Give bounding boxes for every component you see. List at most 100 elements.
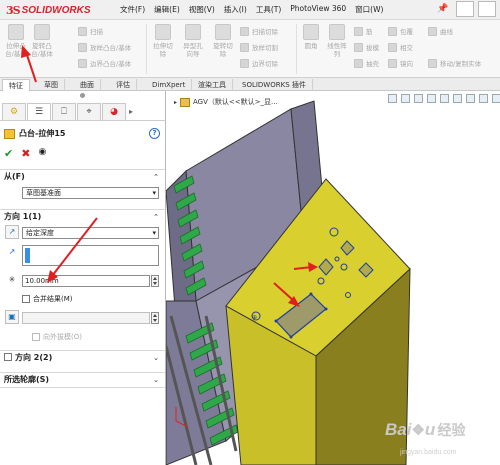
apply-scene-icon[interactable] [492, 94, 500, 103]
extrude-feature-icon [4, 128, 15, 139]
hole-wizard-icon [185, 24, 201, 40]
sweep-button[interactable]: 扫描 [78, 26, 103, 36]
linear-pattern-button[interactable]: 线性阵 列 [324, 24, 350, 58]
menu-tools[interactable]: 工具(T) [256, 4, 281, 15]
boundary-cut-icon [240, 58, 249, 68]
wrap-button[interactable]: 包覆 [388, 26, 413, 36]
ribbon-divider [296, 24, 297, 74]
hide-show-icon[interactable] [466, 94, 475, 103]
sweep-cut-icon [240, 26, 249, 36]
tab-render-tools[interactable]: 渲染工具 [192, 79, 233, 91]
draft-angle-spinner[interactable] [151, 312, 159, 324]
menu-window[interactable]: 窗口(W) [355, 4, 383, 15]
shell-button[interactable]: 抽壳 [354, 58, 379, 68]
direction2-header[interactable]: 方向 2(2) ⌄ [0, 350, 165, 364]
extrude-cut-button[interactable]: 拉伸切 除 [150, 24, 176, 58]
title-bar: 3S SOLIDWORKS 文件(F) 编辑(E) 视图(V) 插入(I) 工具… [0, 0, 500, 20]
mirror-button[interactable]: 镜向 [388, 58, 413, 68]
tab-dimxpert[interactable]: DimXpert [146, 79, 193, 91]
selected-contours-header[interactable]: 所选轮廓(S) ⌄ [0, 372, 165, 386]
tab-features[interactable]: 特征 [2, 79, 30, 91]
preview-eye-icon[interactable]: ◉ [38, 147, 46, 160]
ribbon-divider [146, 24, 147, 74]
move-copy-icon [428, 58, 437, 68]
curves-button[interactable]: 曲线 [428, 26, 453, 36]
draft-on-off-icon[interactable]: ▣ [5, 310, 19, 324]
tab-evaluate[interactable]: 评估 [110, 79, 137, 91]
configuration-manager-tab[interactable]: ⎕ [52, 103, 76, 120]
more-tabs-icon[interactable]: ▸ [129, 107, 133, 116]
revolve-boss-button[interactable]: 旋转凸 台/基体 [30, 24, 54, 58]
sweep-icon [78, 26, 87, 36]
draft-button[interactable]: 拔模 [354, 42, 379, 52]
boundary-boss-button[interactable]: 边界凸台/基体 [78, 58, 131, 68]
direction-of-extrusion-selection[interactable] [22, 245, 159, 266]
rib-button[interactable]: 筋 [354, 26, 373, 36]
solidworks-logo[interactable]: 3S SOLIDWORKS [6, 3, 91, 17]
graphics-area[interactable]: ▸ AGV（默认<<默认>_显... ⊕ [166, 91, 500, 465]
from-select[interactable]: 草图基准面 ▾ [22, 187, 159, 199]
section-view-icon[interactable] [427, 94, 436, 103]
end-condition-select[interactable]: 给定深度 ▾ [22, 227, 159, 239]
flyout-feature-tree[interactable]: ▸ AGV（默认<<默认>_显... [174, 97, 278, 107]
extrude-boss-icon [8, 24, 24, 40]
intersect-button[interactable]: 相交 [388, 42, 413, 52]
expand-chevron-icon: ⌄ [153, 376, 159, 384]
reverse-direction-icon[interactable]: ↗ [5, 225, 19, 239]
menu-bar: 文件(F) 编辑(E) 视图(V) 插入(I) 工具(T) PhotoView … [120, 4, 392, 15]
cancel-x-icon[interactable]: ✖ [21, 147, 30, 160]
view-orientation-icon[interactable] [440, 94, 449, 103]
expand-chevron-icon: ⌄ [153, 354, 159, 362]
extrude-boss-button[interactable]: 拉伸凸 台/基体 [4, 24, 28, 58]
model-view: ⊕ [166, 100, 411, 465]
zoom-to-fit-icon[interactable] [388, 94, 397, 103]
boundary-cut-button[interactable]: 边界切除 [240, 58, 278, 68]
zoom-area-icon[interactable] [401, 94, 410, 103]
depth-spinner[interactable] [151, 275, 159, 287]
from-header[interactable]: 从(F) ⌃ [0, 169, 165, 183]
dimxpert-manager-tab[interactable]: ⌖ [77, 103, 101, 120]
loft-cut-button[interactable]: 放样切割 [240, 42, 278, 52]
pin-icon[interactable]: 📌 [437, 4, 448, 14]
depth-icon: ✳ [8, 275, 16, 284]
property-manager-tab[interactable]: ☰ [27, 103, 51, 120]
chevron-down-icon: ▾ [152, 189, 156, 197]
selection-indicator [25, 248, 30, 263]
draft-angle-input[interactable] [22, 312, 150, 324]
direction2-checkbox[interactable] [4, 353, 12, 361]
home-button[interactable] [478, 1, 496, 17]
menu-file[interactable]: 文件(F) [120, 4, 145, 15]
fillet-button[interactable]: 圆角 [300, 24, 322, 50]
revolve-cut-button[interactable]: 旋转切 除 [210, 24, 236, 58]
tab-sketch[interactable]: 草图 [38, 79, 65, 91]
menu-insert[interactable]: 插入(I) [224, 4, 247, 15]
loft-boss-button[interactable]: 放样凸台/基体 [78, 42, 131, 52]
panel-handle[interactable] [80, 93, 85, 98]
depth-input[interactable]: 10.00mm [22, 275, 150, 287]
direction-vector-icon[interactable]: ↗ [5, 246, 19, 260]
wrap-icon [388, 26, 397, 36]
help-icon[interactable]: ? [149, 128, 160, 139]
display-style-icon[interactable] [453, 94, 462, 103]
hole-wizard-button[interactable]: 异型孔 向导 [180, 24, 206, 58]
menu-edit[interactable]: 编辑(E) [154, 4, 180, 15]
move-copy-button[interactable]: 移动/复制实体 [428, 58, 481, 68]
tab-solidworks-addins[interactable]: SOLIDWORKS 插件 [236, 79, 313, 91]
display-manager-tab[interactable]: ◕ [102, 103, 126, 120]
menu-photoview[interactable]: PhotoView 360 [290, 4, 346, 15]
paw-icon: ❖ [411, 422, 425, 439]
tab-surfaces[interactable]: 曲面 [74, 79, 101, 91]
edit-appearance-icon[interactable] [479, 94, 488, 103]
direction1-header[interactable]: 方向 1(1) ⌃ [0, 209, 165, 223]
curves-icon [428, 26, 437, 36]
origin-marker: ⊕ [252, 314, 257, 321]
previous-view-icon[interactable] [414, 94, 423, 103]
ok-check-icon[interactable]: ✔ [4, 147, 13, 160]
direction1-section: 方向 1(1) ⌃ [0, 209, 165, 223]
sweep-cut-button[interactable]: 扫描切除 [240, 26, 278, 36]
draft-outward-checkbox[interactable]: 向外拔模(O) [32, 332, 82, 342]
menu-view[interactable]: 视图(V) [189, 4, 215, 15]
feature-manager-tab[interactable]: ⚙ [2, 103, 26, 120]
merge-result-checkbox[interactable]: 合并结果(M) [22, 294, 73, 304]
new-document-button[interactable] [456, 1, 474, 17]
